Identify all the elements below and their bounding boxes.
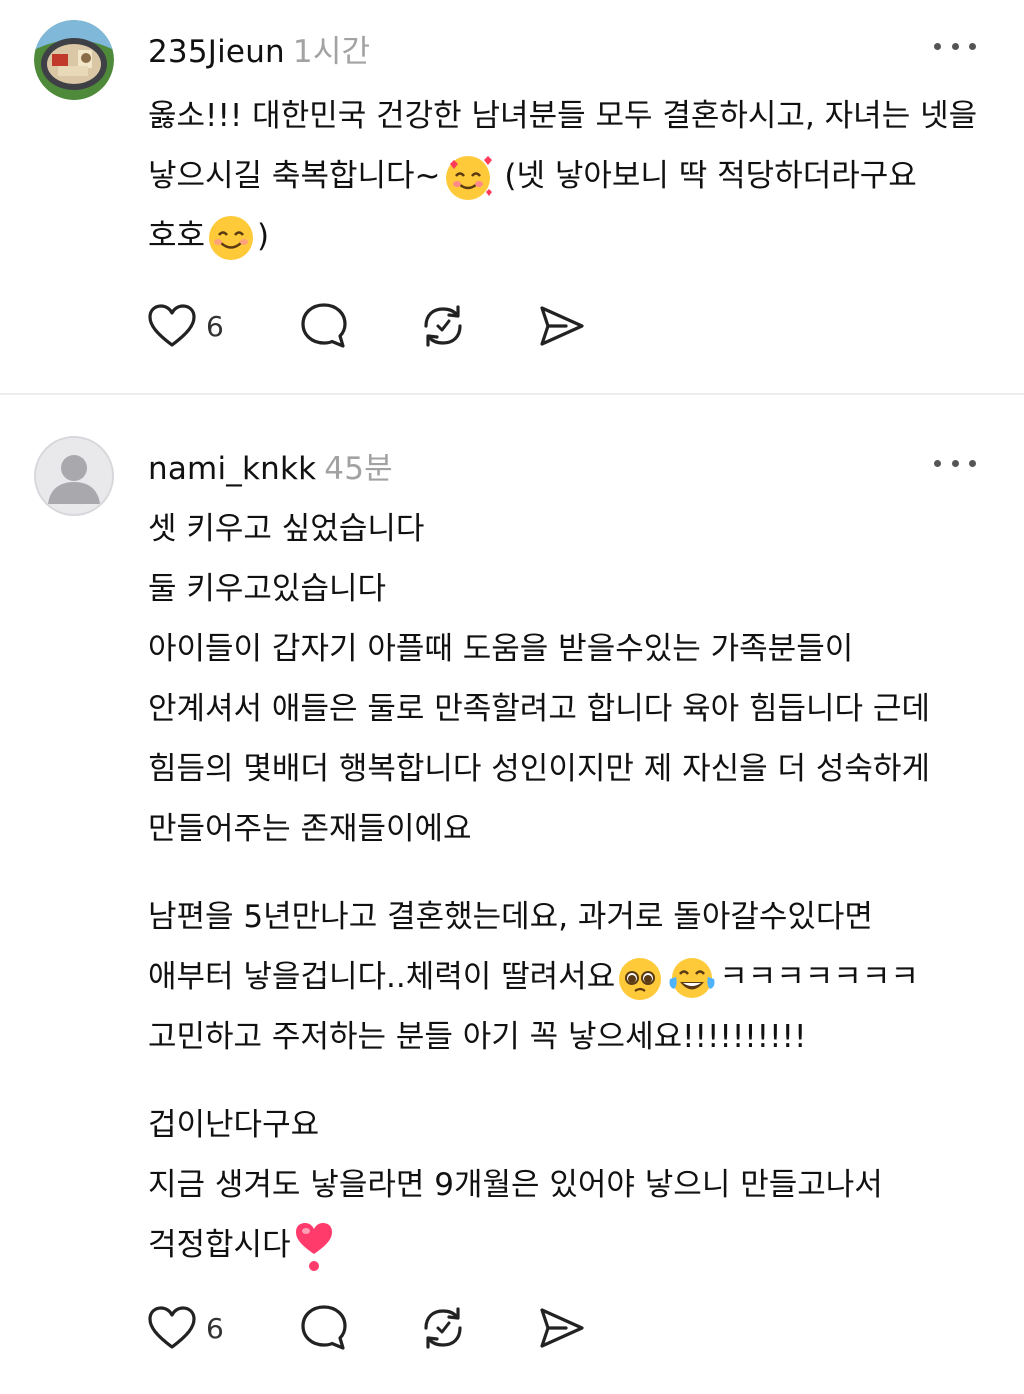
text-segment: 호호 — [148, 218, 206, 254]
text-line: 남편을 5년만나고 결혼했는데요, 과거로 돌아갈수있다면 — [148, 899, 873, 935]
text-segment: 낳으시길 축복합니다~ — [148, 158, 441, 194]
text-segment: 걱정합시다 — [148, 1227, 291, 1263]
text-line: 아이들이 갑자기 아플때 도움을 받을수있는 가족분들이 — [148, 631, 854, 667]
username-text[interactable]: 235Jieun — [148, 34, 285, 70]
comment-bubble-icon — [301, 303, 347, 348]
tears-of-joy-emoji — [669, 957, 715, 998]
avatar[interactable] — [34, 436, 114, 516]
text-line: 호호 ) — [148, 206, 998, 266]
paragraph: 겁이난다구요 지금 생겨도 낳을라면 9개월은 있어야 낳으니 만들고나서 걱정… — [148, 1095, 998, 1275]
repost-button[interactable] — [416, 1300, 470, 1356]
more-dots-icon — [934, 459, 941, 467]
text-line: 애부터 낳을겁니다..체력이 딸려서요 ㅋㅋㅋㅋㅋㅋㅋ — [148, 947, 998, 1007]
more-options-button[interactable] — [934, 40, 976, 52]
send-icon — [540, 306, 584, 346]
like-button[interactable]: 6 — [146, 298, 224, 354]
action-bar: 6 — [146, 298, 606, 354]
timestamp: 45분 — [324, 451, 393, 487]
send-icon — [540, 1308, 584, 1348]
text-line: 만들어주는 존재들이에요 — [148, 811, 472, 847]
text-line: 걱정합시다 — [148, 1215, 998, 1275]
username-text[interactable]: nami_knkk — [148, 451, 316, 487]
heart-exclamation-emoji — [295, 1222, 332, 1271]
text-line: 옳소!!! 대한민국 건강한 남녀분들 모두 결혼하시고, 자녀는 넷을 — [148, 98, 978, 134]
comment-2: nami_knkk 45분 셋 키우고 싶었습니다 둘 키우고있습니다 아이들이 … — [0, 395, 1024, 1394]
text-line: 낳으시길 축복합니다~ (넷 낳아보니 딱 적당하더라구요 — [148, 146, 998, 206]
text-segment: (넷 낳아보니 딱 적당하더라구요 — [504, 158, 917, 194]
repost-icon — [424, 1307, 462, 1349]
reply-button[interactable] — [298, 1300, 350, 1356]
default-avatar-icon — [48, 455, 100, 504]
text-line: 지금 생겨도 낳을라면 9개월은 있어야 낳으니 만들고나서 — [148, 1167, 883, 1203]
text-line: 안계셔서 애들은 둘로 만족할려고 합니다 육아 힘듭니다 근데 — [148, 691, 930, 727]
text-line: 고민하고 주저하는 분들 아기 꼭 낳으세요!!!!!!!!!! — [148, 1019, 807, 1055]
comment-bubble-icon — [301, 1305, 347, 1350]
share-button[interactable] — [536, 298, 588, 354]
text-segment: ) — [257, 218, 270, 254]
repost-icon — [424, 305, 462, 347]
share-button[interactable] — [536, 1300, 588, 1356]
reply-button[interactable] — [298, 298, 350, 354]
paragraph: 셋 키우고 싶었습니다 둘 키우고있습니다 아이들이 갑자기 아플때 도움을 받… — [148, 499, 998, 859]
paragraph: 남편을 5년만나고 결혼했는데요, 과거로 돌아갈수있다면 애부터 낳을겁니다.… — [148, 887, 998, 1067]
text-segment: 애부터 낳을겁니다..체력이 딸려서요 — [148, 959, 616, 995]
text-line: 겁이난다구요 — [148, 1107, 320, 1143]
more-dot — [969, 42, 976, 50]
text-line: 셋 키우고 싶었습니다 — [148, 511, 425, 547]
avatar[interactable] — [34, 20, 114, 100]
timestamp: 1시간 — [292, 34, 371, 70]
more-dot — [951, 42, 959, 50]
more-dots-icon — [934, 42, 941, 50]
like-count: 6 — [206, 309, 224, 343]
username[interactable]: nami_knkk 45분 — [148, 443, 393, 488]
comment-1: 235Jieun 1시간 옳소!!! 대한민국 건강한 남녀분들 모두 결혼하시고… — [0, 0, 1024, 393]
heart-icon — [148, 304, 196, 347]
like-count: 6 — [206, 1311, 224, 1345]
action-bar: 6 — [146, 1300, 606, 1356]
text-line: 둘 키우고있습니다 — [148, 571, 387, 607]
username[interactable]: 235Jieun 1시간 — [148, 26, 370, 71]
pleading-face-emoji — [619, 957, 662, 1000]
smiling-face-with-hearts-emoji — [445, 155, 492, 200]
comment-body: 셋 키우고 싶었습니다 둘 키우고있습니다 아이들이 갑자기 아플때 도움을 받… — [148, 499, 998, 1275]
more-options-button[interactable] — [934, 457, 976, 469]
text-line: 힘듬의 몇배더 행복합니다 성인이지만 제 자신을 더 성숙하게 — [148, 751, 930, 787]
comment-body: 옳소!!! 대한민국 건강한 남녀분들 모두 결혼하시고, 자녀는 넷을 낳으시… — [148, 86, 998, 266]
repost-button[interactable] — [416, 298, 470, 354]
more-dot — [951, 459, 959, 467]
text-segment: ㅋㅋㅋㅋㅋㅋㅋ — [719, 959, 919, 995]
heart-icon — [148, 1306, 196, 1349]
more-dot — [969, 459, 976, 467]
like-button[interactable]: 6 — [146, 1300, 224, 1356]
smiling-face-emoji — [209, 215, 254, 260]
